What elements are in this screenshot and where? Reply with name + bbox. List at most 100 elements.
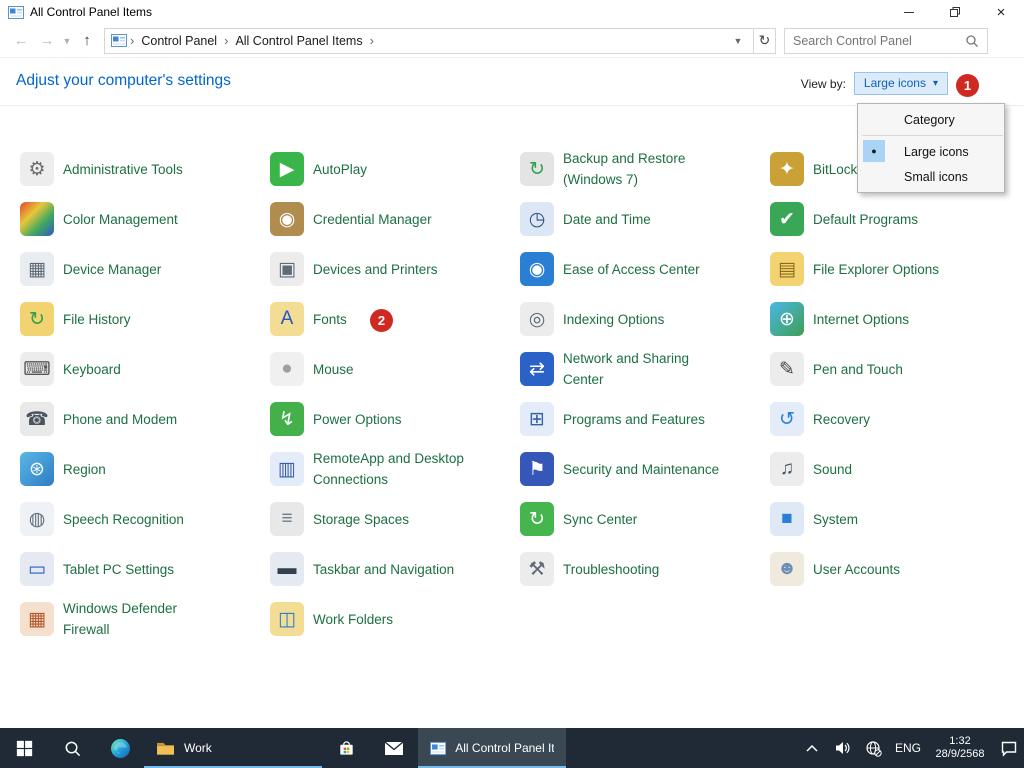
address-bar[interactable]: › Control Panel › All Control Panel Item… — [104, 28, 754, 54]
control-panel-item[interactable]: ▶AutoPlay — [270, 144, 520, 194]
control-panel-item[interactable]: ⌨Keyboard — [20, 344, 270, 394]
control-panel-item[interactable]: ◍Speech Recognition — [20, 494, 270, 544]
control-panel-item[interactable]: ↯Power Options — [270, 394, 520, 444]
tray-clock[interactable]: 1:32 28/9/2568 — [927, 735, 993, 761]
action-center-button[interactable] — [993, 728, 1024, 768]
item-label: Indexing Options — [563, 309, 664, 330]
view-menu-item-category[interactable]: Category — [858, 107, 1004, 132]
control-panel-item[interactable]: ⊕Internet Options — [770, 294, 1020, 344]
control-panel-item[interactable]: ♫Sound — [770, 444, 1020, 494]
item-label: Storage Spaces — [313, 509, 409, 530]
taskbar-mail-button[interactable] — [370, 728, 418, 768]
control-panel-item[interactable]: ↺Recovery — [770, 394, 1020, 444]
control-panel-item[interactable]: Color Management — [20, 194, 270, 244]
action-center-icon — [1000, 740, 1018, 757]
control-panel-item[interactable]: ⊛Region — [20, 444, 270, 494]
control-panel-item[interactable]: ⚙Administrative Tools — [20, 144, 270, 194]
view-by-dropdown-button[interactable]: Large icons — [854, 72, 948, 95]
breadcrumb-separator-icon: › — [224, 33, 228, 48]
programs-features-icon: ⊞ — [520, 402, 554, 436]
internet-options-icon: ⊕ — [770, 302, 804, 336]
tray-volume-button[interactable] — [827, 728, 858, 768]
control-panel-item[interactable]: ◷Date and Time — [520, 194, 770, 244]
control-panel-item[interactable]: ▦Device Manager — [20, 244, 270, 294]
work-folders-icon: ◫ — [270, 602, 304, 636]
recent-locations-button[interactable]: ▼ — [60, 36, 74, 46]
control-panel-item[interactable]: ◫ Work Folders — [270, 594, 520, 644]
tray-language-indicator[interactable]: ENG — [889, 728, 927, 768]
address-dropdown-button[interactable]: ▼ — [729, 36, 747, 46]
sound-icon: ♫ — [770, 452, 804, 486]
menu-item-label: Category — [904, 113, 955, 127]
control-panel-taskbar-icon — [430, 741, 446, 756]
taskbar-explorer-button[interactable]: Work — [144, 728, 322, 768]
item-label: Region — [63, 459, 106, 480]
tray-time: 1:32 — [927, 735, 993, 748]
network-sharing-icon: ⇄ — [520, 352, 554, 386]
control-panel-item[interactable]: ▭Tablet PC Settings — [20, 544, 270, 594]
control-panel-item[interactable]: ≡Storage Spaces — [270, 494, 520, 544]
item-label: Pen and Touch — [813, 359, 903, 380]
forward-icon: → — [40, 32, 55, 49]
control-panel-item[interactable]: ▦Windows Defender Firewall — [20, 594, 270, 644]
control-panel-item[interactable]: ↻Sync Center — [520, 494, 770, 544]
control-panel-item[interactable]: ●Mouse — [270, 344, 520, 394]
chevron-down-icon: ▼ — [63, 36, 72, 46]
restore-button[interactable] — [932, 0, 978, 24]
view-menu-item-small-icons[interactable]: Small icons — [858, 164, 1004, 189]
refresh-button[interactable]: ↻ — [754, 28, 776, 54]
taskbar-search-button[interactable] — [48, 728, 96, 768]
control-panel-item[interactable]: ✔Default Programs — [770, 194, 1020, 244]
control-panel-item[interactable]: AFonts — [270, 294, 520, 344]
item-label: Keyboard — [63, 359, 121, 380]
control-panel-item[interactable]: ⊞Programs and Features — [520, 394, 770, 444]
back-button[interactable]: ← — [8, 28, 34, 54]
search-box[interactable]: Search Control Panel — [784, 28, 988, 54]
control-panel-item[interactable]: ◎Indexing Options — [520, 294, 770, 344]
title-bar: All Control Panel Items × — [0, 0, 1024, 24]
item-label: Device Manager — [63, 259, 161, 280]
ease-of-access-icon: ◉ — [520, 252, 554, 286]
control-panel-item[interactable]: ▬Taskbar and Navigation — [270, 544, 520, 594]
item-label: Work Folders — [313, 609, 393, 630]
minimize-icon — [904, 12, 914, 13]
tray-date: 28/9/2568 — [927, 748, 993, 761]
view-by-value: Large icons — [864, 76, 926, 90]
control-panel-item[interactable]: ↻File History — [20, 294, 270, 344]
forward-button[interactable]: → — [34, 28, 60, 54]
item-label: Fonts — [313, 309, 347, 330]
close-button[interactable]: × — [978, 0, 1024, 24]
up-button[interactable]: ↑ — [74, 28, 100, 54]
control-panel-item[interactable]: ⇄Network and Sharing Center — [520, 344, 770, 394]
taskbar-edge-button[interactable] — [96, 728, 144, 768]
breadcrumb-all-items[interactable]: All Control Panel Items — [235, 34, 362, 48]
control-panel-item[interactable]: ☎Phone and Modem — [20, 394, 270, 444]
control-panel-item[interactable]: ✎Pen and Touch — [770, 344, 1020, 394]
control-panel-item[interactable]: ☻User Accounts — [770, 544, 1020, 594]
speaker-icon — [834, 740, 851, 756]
taskbar-store-button[interactable] — [322, 728, 370, 768]
view-menu-item-large-icons[interactable]: ●Large icons — [858, 139, 1004, 164]
control-panel-item[interactable]: ⚒Troubleshooting — [520, 544, 770, 594]
control-panel-item[interactable]: ↻Backup and Restore (Windows 7) — [520, 144, 770, 194]
speech-recognition-icon: ◍ — [20, 502, 54, 536]
edge-browser-icon — [110, 738, 131, 759]
tray-network-button[interactable] — [858, 728, 889, 768]
control-panel-item[interactable]: ◉Credential Manager — [270, 194, 520, 244]
tray-overflow-button[interactable] — [796, 728, 827, 768]
control-panel-item[interactable]: ◉Ease of Access Center — [520, 244, 770, 294]
item-label: RemoteApp and Desktop Connections — [313, 448, 464, 490]
minimize-button[interactable] — [886, 0, 932, 24]
control-panel-item[interactable]: ▣Devices and Printers — [270, 244, 520, 294]
control-panel-item[interactable]: ▤File Explorer Options — [770, 244, 1020, 294]
breadcrumb-control-panel[interactable]: Control Panel — [141, 34, 217, 48]
taskbar-control-panel-button[interactable]: All Control Panel It... — [418, 728, 566, 768]
item-label: Troubleshooting — [563, 559, 659, 580]
control-panel-item[interactable]: ■System — [770, 494, 1020, 544]
control-panel-item[interactable]: ⚑Security and Maintenance — [520, 444, 770, 494]
control-panel-item[interactable]: ▥RemoteApp and Desktop Connections — [270, 444, 520, 494]
item-label: Mouse — [313, 359, 354, 380]
tablet-pc-icon: ▭ — [20, 552, 54, 586]
start-button[interactable] — [0, 728, 48, 768]
refresh-icon: ↻ — [759, 32, 771, 49]
